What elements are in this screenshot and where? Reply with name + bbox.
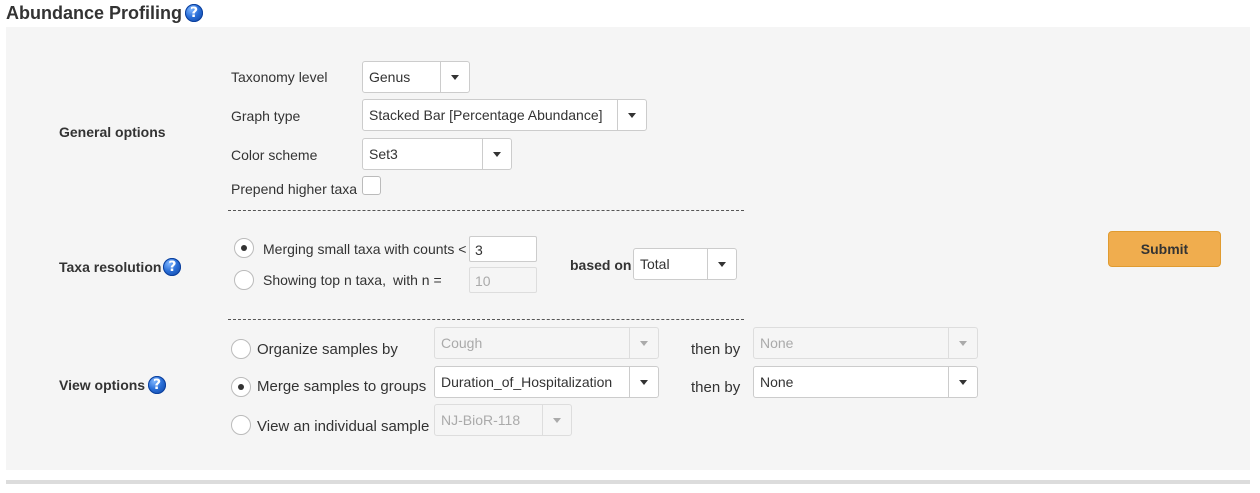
prepend-higher-taxa-label: Prepend higher taxa [231, 181, 358, 197]
merging-count-value: 3 [475, 242, 483, 258]
question-circle-icon[interactable]: ? [163, 258, 182, 276]
merge-then-by-dropdown-button[interactable] [948, 367, 977, 397]
individual-sample-value: NJ-BioR-118 [441, 412, 521, 428]
top-n-taxa-label: Showing top n taxa, [263, 272, 386, 288]
organize-samples-radio[interactable] [231, 339, 251, 359]
caret-down-icon [640, 380, 648, 385]
page-title: Abundance Profiling? [6, 3, 204, 24]
section-divider [228, 319, 744, 320]
organize-then-by-select[interactable]: None [753, 327, 978, 359]
merge-samples-dropdown-button[interactable] [629, 367, 658, 397]
merge-samples-value: Duration_of_Hospitalization [441, 374, 613, 390]
individual-sample-radio[interactable] [231, 415, 251, 435]
graph-type-value: Stacked Bar [Percentage Abundance] [369, 107, 603, 123]
individual-sample-select[interactable]: NJ-BioR-118 [434, 404, 572, 436]
graph-type-select[interactable]: Stacked Bar [Percentage Abundance] [362, 99, 647, 131]
question-circle-icon[interactable]: ? [185, 4, 204, 22]
options-panel [6, 27, 1250, 470]
merging-small-taxa-label: Merging small taxa with counts < [263, 241, 467, 257]
taxonomy-level-dropdown-button[interactable] [440, 62, 469, 92]
caret-down-icon [959, 341, 967, 346]
organize-samples-label: Organize samples by [257, 341, 398, 358]
merge-then-by-value: None [760, 374, 794, 390]
question-circle-icon[interactable]: ? [148, 376, 167, 394]
taxa-resolution-label-text: Taxa resolution [59, 259, 162, 275]
caret-down-icon [493, 152, 501, 157]
organize-samples-dropdown-button[interactable] [629, 328, 658, 358]
based-on-value: Total [640, 256, 670, 272]
individual-sample-dropdown-button[interactable] [542, 405, 571, 435]
view-options-label-text: View options [59, 377, 146, 393]
merge-samples-radio[interactable] [231, 377, 251, 397]
merging-count-input[interactable]: 3 [469, 236, 537, 262]
section-divider [228, 210, 744, 211]
taxonomy-level-value: Genus [369, 69, 411, 85]
based-on-select[interactable]: Total [633, 248, 737, 280]
top-n-input[interactable]: 10 [469, 267, 537, 293]
merge-samples-select[interactable]: Duration_of_Hospitalization [434, 366, 659, 398]
merge-then-by-label: then by [691, 379, 741, 396]
caret-down-icon [640, 341, 648, 346]
merge-then-by-select[interactable]: None [753, 366, 978, 398]
page-title-text: Abundance Profiling [6, 3, 183, 23]
graph-type-label: Graph type [231, 108, 301, 124]
general-options-label: General options [59, 124, 166, 140]
prepend-higher-taxa-checkbox[interactable] [362, 176, 381, 195]
color-scheme-dropdown-button[interactable] [482, 139, 511, 169]
organize-then-by-dropdown-button[interactable] [948, 328, 977, 358]
taxonomy-level-select[interactable]: Genus [362, 61, 470, 93]
individual-sample-label: View an individual sample [257, 418, 430, 435]
organize-samples-select[interactable]: Cough [434, 327, 659, 359]
caret-down-icon [553, 418, 561, 423]
organize-then-by-value: None [760, 335, 794, 351]
graph-type-dropdown-button[interactable] [617, 100, 646, 130]
caret-down-icon [451, 75, 459, 80]
top-n-taxa-radio[interactable] [234, 270, 254, 290]
merge-samples-label: Merge samples to groups [257, 378, 427, 395]
based-on-dropdown-button[interactable] [707, 249, 736, 279]
merging-small-taxa-radio[interactable] [234, 238, 254, 258]
taxa-resolution-label: Taxa resolution? [59, 258, 182, 276]
color-scheme-value: Set3 [369, 146, 398, 162]
view-options-label: View options? [59, 376, 167, 394]
caret-down-icon [959, 380, 967, 385]
submit-button[interactable]: Submit [1108, 231, 1221, 267]
caret-down-icon [718, 262, 726, 267]
with-n-label: with n = [393, 272, 442, 288]
organize-samples-value: Cough [441, 335, 483, 351]
organize-then-by-label: then by [691, 341, 741, 358]
taxonomy-level-label: Taxonomy level [231, 69, 328, 85]
panel-bottom-divider [6, 480, 1250, 484]
based-on-label: based on [570, 257, 632, 273]
caret-down-icon [628, 113, 636, 118]
color-scheme-label: Color scheme [231, 147, 318, 163]
color-scheme-select[interactable]: Set3 [362, 138, 512, 170]
top-n-value: 10 [475, 273, 491, 289]
